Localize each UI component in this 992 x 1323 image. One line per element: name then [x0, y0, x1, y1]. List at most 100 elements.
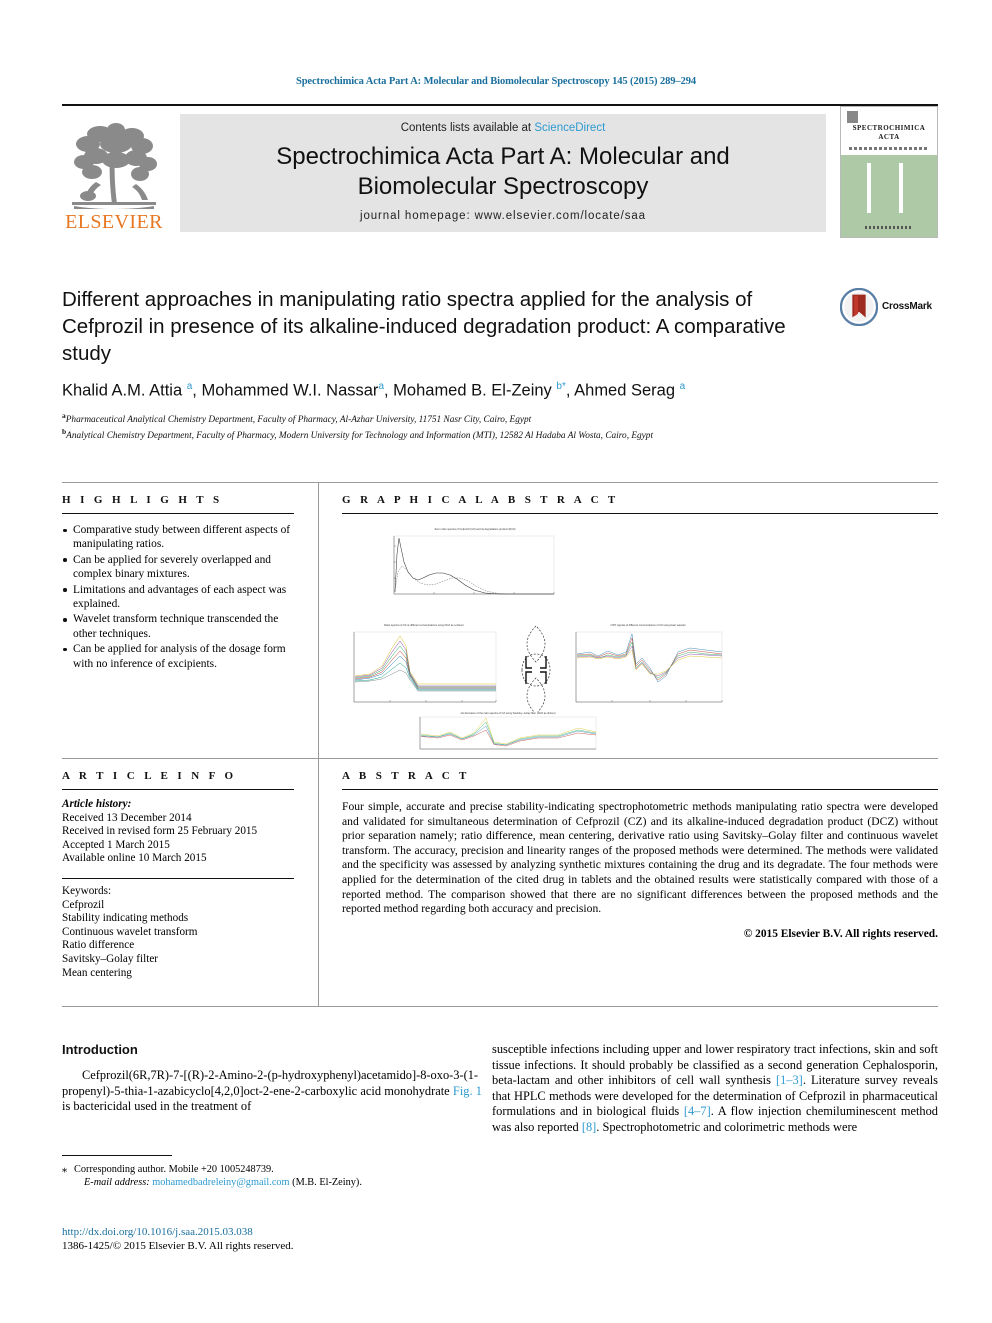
ga-plot-derivative-svg	[419, 716, 597, 750]
keyword-item: Cefprozil	[62, 898, 105, 911]
affiliation-a: aPharmaceutical Analytical Chemistry Dep…	[62, 410, 938, 427]
article-info-heading: A R T I C L E I N F O	[62, 770, 237, 782]
abstract-heading: A B S T R A C T	[342, 770, 470, 782]
doi-link[interactable]: http://dx.doi.org/10.1016/j.saa.2015.03.…	[62, 1225, 482, 1239]
keyword-item: Stability indicating methods	[62, 912, 189, 925]
article-info-rule	[62, 789, 294, 790]
article-info-section: A R T I C L E I N F O Article history: R…	[62, 770, 294, 980]
elsevier-wordmark: ELSEVIER	[65, 211, 163, 233]
ga-transform-arrows-icon	[521, 625, 551, 715]
ga-panel-zero-order: Zero order spectra of Cefprozil (CZ) and…	[380, 528, 570, 606]
graphical-abstract-figure: Zero order spectra of Cefprozil (CZ) and…	[342, 524, 938, 754]
graphical-abstract-section: G R A P H I C A L A B S T R A C T Zero o…	[342, 494, 938, 754]
cover-title-line1: SPECTROCHIMICA	[852, 124, 926, 132]
footnote-rule	[62, 1155, 172, 1156]
abstract-copyright: © 2015 Elsevier B.V. All rights reserved…	[743, 927, 938, 940]
contents-available-line: Contents lists available at ScienceDirec…	[180, 122, 826, 134]
ga-plot-zero-order-svg	[393, 535, 555, 595]
list-item: Can be applied for severely overlapped a…	[62, 553, 294, 582]
sciencedirect-link[interactable]: ScienceDirect	[534, 122, 605, 134]
keywords-block: Keywords: Cefprozil Stability indicating…	[62, 885, 294, 980]
elsevier-logo: ELSEVIER	[62, 108, 166, 234]
article-history-label: Article history:	[62, 798, 132, 810]
reference-link-8[interactable]: [8]	[582, 1120, 596, 1134]
corresponding-author-footnote: ⁎ Corresponding author. Mobile +20 100524…	[62, 1155, 482, 1190]
section-heading-introduction: Introduction	[62, 1042, 138, 1057]
issn-copyright: 1386-1425/© 2015 Elsevier B.V. All right…	[62, 1240, 294, 1252]
affiliation-b-text: Analytical Chemistry Department, Faculty…	[66, 431, 654, 442]
figure-1-link[interactable]: Fig. 1	[453, 1084, 482, 1098]
intro-text-pre: Cefprozil(6R,7R)-7-[(R)-2-Amino-2-(p-hyd…	[62, 1068, 479, 1098]
highlights-heading: H I G H L I G H T S	[62, 494, 223, 506]
journal-title-line2: Biomolecular Spectroscopy	[357, 173, 649, 200]
author-list: Khalid A.M. Attia a, Mohammed W.I. Nassa…	[62, 381, 686, 400]
article-history-item: Received 13 December 2014	[62, 811, 192, 824]
introduction-paragraph-right: susceptible infections including upper a…	[492, 1042, 938, 1136]
ga-plot-cwt-svg	[575, 631, 723, 703]
column-divider	[318, 482, 319, 1006]
cover-title: SPECTROCHIMICA ACTA	[841, 124, 937, 141]
running-head: Spectrochimica Acta Part A: Molecular an…	[295, 76, 697, 87]
footnote-email-label: E-mail address:	[84, 1177, 150, 1189]
affiliations: aPharmaceutical Analytical Chemistry Dep…	[62, 410, 938, 443]
journal-masthead: ELSEVIER Contents lists available at Sci…	[62, 104, 938, 238]
abstract-rule	[342, 789, 938, 790]
highlights-section: H I G H L I G H T S Comparative study be…	[62, 494, 294, 672]
journal-title: Spectrochimica Acta Part A: Molecular an…	[180, 142, 826, 202]
highlights-list: Comparative study between different aspe…	[62, 523, 294, 671]
graphical-abstract-heading: G R A P H I C A L A B S T R A C T	[342, 494, 619, 506]
page-title: Different approaches in manipulating rat…	[62, 288, 786, 365]
list-item: Limitations and advantages of each aspec…	[62, 583, 294, 612]
list-item: Can be applied for analysis of the dosag…	[62, 642, 294, 671]
footnote-star-marker: ⁎	[62, 1164, 68, 1175]
reference-link-4-7[interactable]: [4–7]	[684, 1104, 711, 1118]
journal-cover-thumbnail: SPECTROCHIMICA ACTA	[840, 106, 938, 238]
divider-above-abstract	[62, 758, 938, 759]
intro-text-post: is bactericidal used in the treatment of	[62, 1099, 252, 1114]
crossmark-badge[interactable]: CrossMark	[840, 288, 938, 330]
article-history-item: Available online 10 March 2015	[62, 852, 207, 865]
ga-panel-derivative: 1st derivative of the ratio spectra of C…	[408, 712, 608, 754]
divider-above-highlights	[62, 482, 938, 483]
graphical-abstract-rule	[342, 513, 938, 514]
abstract-text: Four simple, accurate and precise stabil…	[342, 800, 938, 916]
article-history-item: Received in revised form 25 February 201…	[62, 825, 258, 838]
cover-bar-left	[867, 163, 871, 213]
affiliation-b: bAnalytical Chemistry Department, Facult…	[62, 426, 938, 443]
cover-top-area: SPECTROCHIMICA ACTA	[841, 107, 937, 155]
introduction-paragraph-left: Cefprozil(6R,7R)-7-[(R)-2-Amino-2-(p-hyd…	[62, 1068, 482, 1115]
ga-plot-ratio-svg	[353, 631, 497, 703]
reference-link-1-3[interactable]: [1–3]	[776, 1073, 803, 1087]
elsevier-tree-icon	[72, 123, 157, 209]
footer-doi-block: http://dx.doi.org/10.1016/j.saa.2015.03.…	[62, 1225, 482, 1253]
journal-article-page: Spectrochimica Acta Part A: Molecular an…	[0, 0, 992, 1323]
ga-panel-cwt: CWT signals of different concentrations …	[566, 624, 730, 716]
footnote-corresponding-line: ⁎ Corresponding author. Mobile +20 100524…	[62, 1163, 482, 1176]
cover-subtitle-rule	[849, 147, 929, 150]
abstract-section: A B S T R A C T Four simple, accurate an…	[342, 770, 938, 940]
cover-green-panel	[841, 155, 937, 237]
intro-right-text-4: . Spectrophotometric and colorimetric me…	[596, 1119, 858, 1134]
footnote-email-owner: (M.B. El-Zeiny).	[292, 1177, 362, 1189]
email-link[interactable]: mohamedbadreleiny@gmail.com	[152, 1177, 289, 1188]
journal-homepage-link[interactable]: journal homepage: www.elsevier.com/locat…	[180, 210, 826, 222]
article-history: Article history: Received 13 December 20…	[62, 798, 294, 866]
keyword-item: Continuous wavelet transform	[62, 925, 198, 938]
journal-title-line1: Spectrochimica Acta Part A: Molecular an…	[276, 143, 730, 170]
cover-title-line2: ACTA	[878, 132, 900, 141]
crossmark-icon	[840, 288, 878, 326]
keywords-rule	[62, 877, 294, 879]
ga-panel-ratio-spectra: Ratio spectra of CZ at different concent…	[344, 624, 504, 716]
title-block: Different approaches in manipulating rat…	[62, 286, 938, 443]
highlights-rule	[62, 513, 294, 514]
divider-above-body	[62, 1006, 938, 1007]
cover-bar-right	[899, 163, 903, 213]
introduction-right-column: susceptible infections including upper a…	[492, 1042, 938, 1136]
cover-footer-rule	[865, 226, 913, 229]
crossmark-label: CrossMark	[882, 301, 932, 312]
journal-band: Contents lists available at ScienceDirec…	[180, 114, 826, 232]
introduction-left-column: Introduction Cefprozil(6R,7R)-7-[(R)-2-A…	[62, 1042, 482, 1115]
list-item: Comparative study between different aspe…	[62, 523, 294, 552]
article-history-item: Accepted 1 March 2015	[62, 838, 170, 851]
keyword-item: Mean centering	[62, 966, 132, 979]
